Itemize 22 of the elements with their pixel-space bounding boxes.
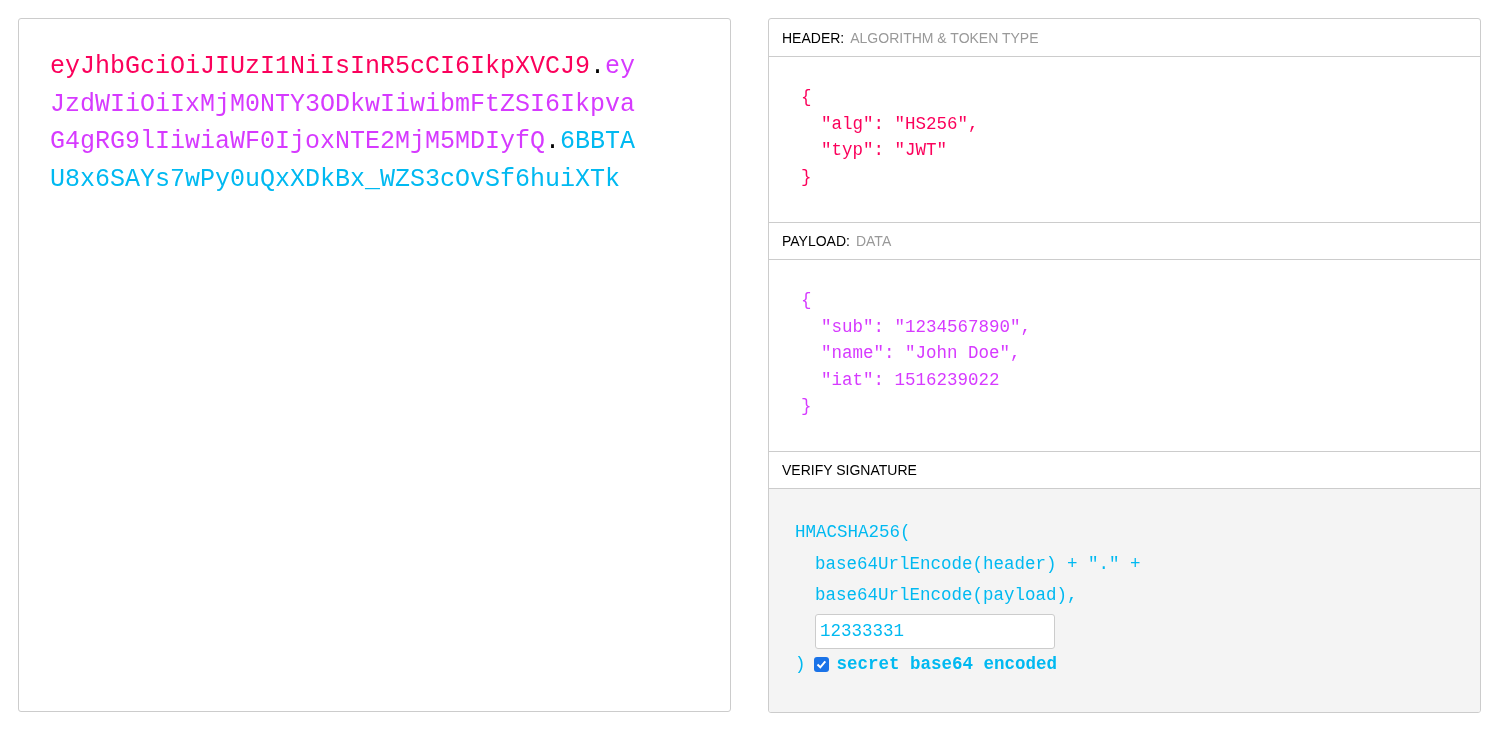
json-brace: { [801,289,812,312]
section-title: PAYLOAD: [782,233,850,249]
json-entry: "sub": "1234567890", [821,315,1032,339]
code-line: base64UrlEncode(header) + "." + [815,552,1141,576]
json-entry: "typ": "JWT" [821,139,948,162]
secret-field[interactable]: 12333331 [815,613,1055,649]
section-subtitle: DATA [855,233,892,249]
json-entry: "iat": 1516239022 [821,368,1000,392]
code-line: ) [795,652,806,676]
section-title: HEADER: [782,29,845,46]
json-brace: } [801,165,812,189]
json-brace: } [801,395,812,418]
checkbox-label[interactable]: secret base64 encoded [836,648,1058,680]
json-entry: "alg": "HS256", [821,112,979,136]
section-title: VERIFY SIGNATURE [782,462,917,478]
code-line: HMACSHA256( [795,521,911,544]
code-line: base64UrlEncode(payload), [815,584,1078,607]
encoded-token[interactable]: eyJhbGciOiJIUzI1NiIsInR5cCI6IkpXVCJ9.eyJzdWIiOiIxMjM0NTY3ODkwIiwibmFtZSI6IkpvaG4gRG9lIiwiaWF0IjoxNTE2MjM5MDIyfQ.6BBTAU8x6SAYs7wPy0uQxXDkBx_WZS3cOvSf6huiXTk [50,48,643,198]
section-subtitle: ALGORITHM & TOKEN TYPE [850,29,1039,46]
json-brace: { [801,86,812,109]
checkbox[interactable] [813,656,829,672]
json-entry: "name": "John Doe", [821,342,1021,365]
